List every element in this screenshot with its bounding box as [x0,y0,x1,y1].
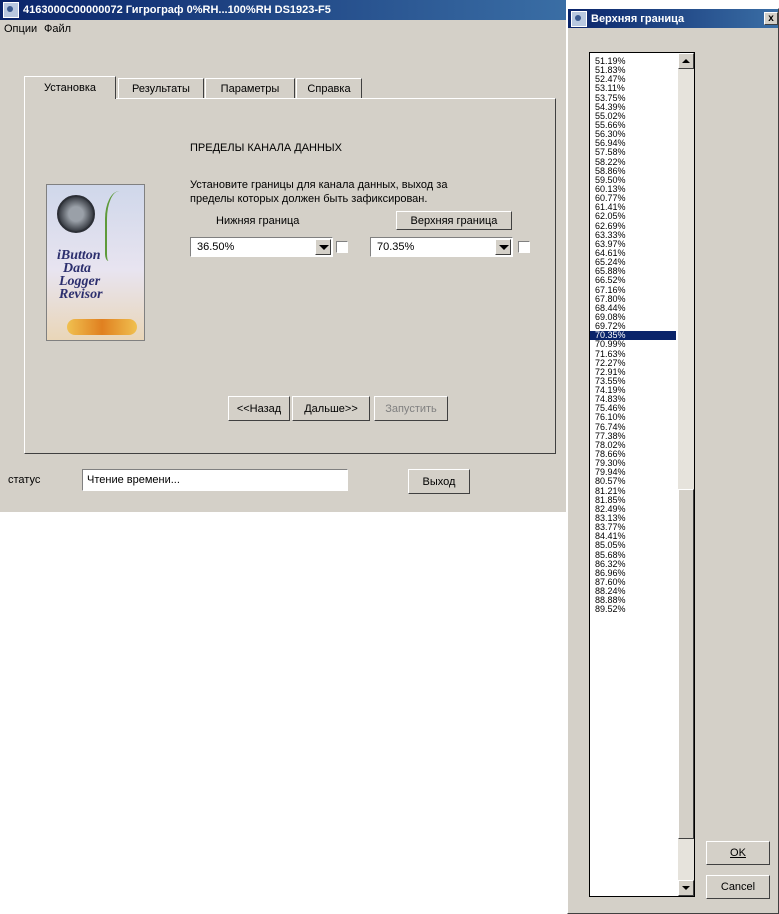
scroll-up-button[interactable] [678,53,694,69]
tab-results[interactable]: Результаты [118,78,204,98]
logo-line-4: Revisor [59,287,103,302]
lower-limit-checkbox[interactable] [336,241,348,253]
run-button[interactable]: Запустить [374,396,448,421]
value-listbox[interactable]: 51.19% 51.83% 52.47% 53.11% 53.75% 54.39% 55.0… [589,52,695,897]
logo-image: iButton Data Logger Revisor [46,184,145,341]
lower-limit-combo[interactable]: 36.50% [190,237,333,257]
tab-results-label: Результаты [132,82,190,95]
tab-parameters[interactable]: Параметры [205,78,295,98]
logo-flame-icon [67,319,137,335]
upper-limit-label-box: Верхняя граница [396,211,512,230]
listbox-scrollbar[interactable] [678,53,694,896]
tab-setup[interactable]: Установка [24,76,116,99]
status-label: статус [8,474,41,486]
lower-limit-label: Нижняя граница [216,215,300,227]
tab-parameters-label: Параметры [220,82,280,95]
tab-help[interactable]: Справка [296,78,362,98]
back-button[interactable]: <<Назад [228,396,290,421]
dialog-app-icon [571,10,587,27]
upper-limit-dropdown-icon[interactable] [495,239,511,255]
scroll-thumb[interactable] [678,489,694,839]
logo-coin-icon [57,195,95,233]
value-list: 51.19% 51.83% 52.47% 53.11% 53.75% 54.39% 55.0… [590,56,676,615]
dialog-title: Верхняя граница [591,12,685,25]
menu-file[interactable]: Файл [44,23,71,35]
section-title: ПРЕДЕЛЫ КАНАЛА ДАННЫХ [190,142,343,154]
scroll-up-icon [682,59,690,63]
status-field: Чтение времени... [82,469,348,491]
list-item[interactable]: 89.52% [590,605,676,614]
instructions-line-2: пределы которых должен быть зафиксирован… [190,193,428,205]
exit-button[interactable]: Выход [408,469,470,494]
app-icon [3,2,19,18]
logo-map-icon [105,191,141,261]
upper-limit-combo[interactable]: 70.35% [370,237,513,257]
upper-limit-value: 70.35% [377,241,415,253]
next-button-label: Дальше>> [304,402,358,415]
upper-limit-label: Верхняя граница [410,214,498,227]
ok-button-label: OK [730,847,746,859]
tab-setup-label: Установка [44,82,96,94]
scroll-down-button[interactable] [678,880,694,896]
dialog-close-button[interactable]: x [764,12,778,25]
upper-limit-checkbox[interactable] [518,241,530,253]
tab-help-label: Справка [307,82,351,95]
next-button[interactable]: Дальше>> [292,396,370,421]
menu-bar: Опции Файл [0,20,566,40]
main-title-bar[interactable]: 4163000C00000072 Гигрограф 0%RH...100%RH… [0,0,566,20]
main-window: 4163000C00000072 Гигрограф 0%RH...100%RH… [0,0,566,512]
main-window-title: 4163000C00000072 Гигрограф 0%RH...100%RH… [23,4,331,16]
lower-limit-dropdown-icon[interactable] [315,239,331,255]
instructions-line-1: Установите границы для канала данных, вы… [190,179,448,191]
lower-limit-value: 36.50% [197,241,235,253]
scroll-down-icon [682,886,690,890]
dialog-title-bar[interactable]: Верхняя граница [568,9,778,28]
back-button-label: <<Назад [236,402,282,415]
cancel-button[interactable]: Cancel [706,875,770,899]
run-button-label: Запустить [385,402,437,415]
status-text: Чтение времени... [87,474,180,486]
menu-options[interactable]: Опции [4,23,37,35]
close-icon: x [768,13,774,24]
cancel-button-label: Cancel [720,881,756,893]
exit-button-label: Выход [422,475,456,488]
logo-text: iButton Data Logger Revisor [57,249,103,302]
ok-button[interactable]: OK [706,841,770,865]
